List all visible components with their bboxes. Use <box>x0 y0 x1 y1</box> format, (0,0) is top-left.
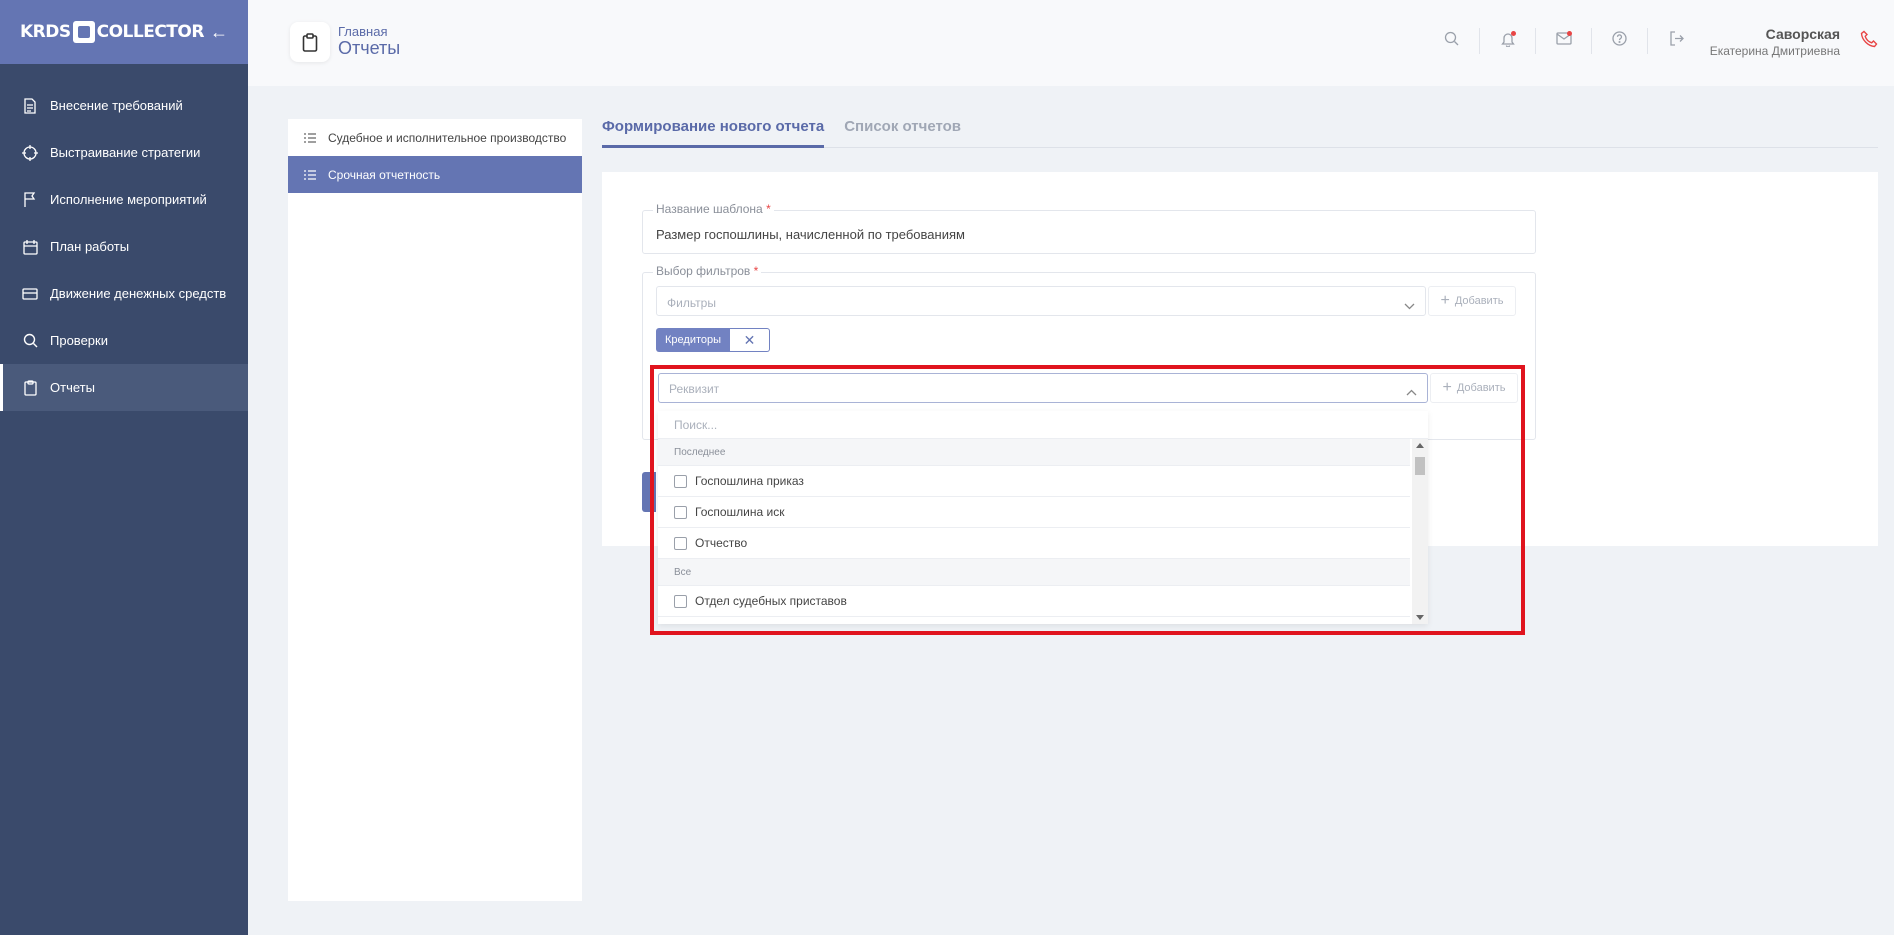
dropdown-option[interactable]: Отчество <box>658 528 1410 559</box>
template-name-field[interactable]: Название шаблона * Размер госпошлины, на… <box>642 202 1536 254</box>
sidebar-item-strategy[interactable]: Выстраивание стратегии <box>0 129 248 176</box>
calendar-icon <box>22 239 38 255</box>
report-tabs: Формирование нового отчета Список отчето… <box>602 118 1878 148</box>
logo-text-left: KRDS <box>20 22 71 42</box>
sidebar-item-activities[interactable]: Исполнение мероприятий <box>0 176 248 223</box>
dropdown-group-all: Все <box>658 559 1410 586</box>
filters-placeholder: Фильтры <box>667 296 716 310</box>
phone-icon[interactable] <box>1860 30 1878 53</box>
sidebar-item-label: План работы <box>50 239 130 254</box>
dropdown-search-input[interactable]: Поиск... <box>658 411 1428 439</box>
option-label: Госпошлина приказ <box>695 474 804 488</box>
filters-label: Выбор фильтров * <box>653 264 762 278</box>
crosshair-icon <box>22 144 38 161</box>
logo-text-right: COLLECTOR <box>96 22 205 42</box>
scroll-down-arrow-icon[interactable] <box>1416 615 1424 620</box>
filter-chip-creditors: Кредиторы ✕ <box>656 328 771 352</box>
reports-menu-label: Судебное и исполнительное производство <box>328 130 567 145</box>
requisite-placeholder: Реквизит <box>669 382 720 396</box>
user-lastname: Саворская <box>1765 26 1840 42</box>
sidebar-item-label: Выстраивание стратегии <box>50 145 201 160</box>
search-button[interactable] <box>1424 28 1480 54</box>
add-filter-label: Добавить <box>1454 295 1504 307</box>
flag-icon <box>22 191 38 208</box>
sidebar-item-cash-flow[interactable]: Движение денежных средств <box>0 270 248 317</box>
reports-menu: Судебное и исполнительное производство С… <box>288 119 582 901</box>
close-icon[interactable]: ✕ <box>730 328 771 352</box>
help-button[interactable] <box>1592 28 1648 54</box>
user-info[interactable]: Саворская Екатерина Дмитриевна <box>1710 26 1840 58</box>
option-label: Госпошлина иск <box>695 505 785 519</box>
document-icon <box>22 97 38 114</box>
sidebar-item-label: Отчеты <box>50 380 95 395</box>
requisite-select[interactable]: Реквизит <box>658 373 1428 403</box>
sidebar-header: KRDS COLLECTOR ← <box>0 0 248 64</box>
filter-chip-label: Кредиторы <box>656 328 731 352</box>
scroll-thumb[interactable] <box>1415 457 1425 475</box>
sidebar-item-label: Движение денежных средств <box>50 286 227 301</box>
message-dot <box>1567 31 1572 36</box>
template-name-label: Название шаблона * <box>653 202 774 216</box>
sidebar-item-checks[interactable]: Проверки <box>0 317 248 364</box>
user-name: Екатерина Дмитриевна <box>1709 44 1840 58</box>
chevron-up-icon <box>1406 383 1417 401</box>
logo-cube-icon <box>72 21 95 43</box>
sidebar-item-requirements[interactable]: Внесение требований <box>0 82 248 129</box>
credit-card-icon <box>22 286 38 302</box>
option-label: Отчество <box>695 536 748 550</box>
sidebar-item-label: Проверки <box>50 333 108 348</box>
add-requisite-label: Добавить <box>1456 382 1506 394</box>
tab-new-report[interactable]: Формирование нового отчета <box>602 118 825 148</box>
search-icon <box>1444 31 1459 51</box>
clipboard-icon <box>22 379 38 396</box>
sidebar-item-label: Исполнение мероприятий <box>50 192 207 207</box>
checkbox[interactable] <box>674 505 687 519</box>
checkbox[interactable] <box>674 536 687 550</box>
dropdown-option[interactable]: Отдел судебных приставов <box>658 586 1410 617</box>
plus-icon: + <box>1440 292 1450 309</box>
filters-select[interactable]: Фильтры <box>656 286 1426 316</box>
checkbox[interactable] <box>674 474 687 488</box>
create-report-button[interactable] <box>642 472 656 512</box>
checkbox[interactable] <box>674 594 687 608</box>
messages-button[interactable] <box>1536 28 1592 54</box>
dropdown-scrollbar[interactable] <box>1412 439 1428 624</box>
option-label: Отдел судебных приставов <box>695 594 847 608</box>
add-requisite-button[interactable]: + Добавить <box>1430 373 1518 403</box>
sidebar-nav: Внесение требований Выстраивание стратег… <box>0 82 248 411</box>
requisite-dropdown-panel: Поиск... Последнее Госпошлина приказ Гос… <box>658 411 1428 624</box>
reports-menu-label: Срочная отчетность <box>328 167 441 182</box>
logout-button[interactable] <box>1648 28 1704 54</box>
plus-icon: + <box>1442 379 1452 396</box>
scroll-up-arrow-icon[interactable] <box>1416 443 1424 448</box>
top-header: Главная Отчеты Саворская Екатерина Дмитр… <box>248 0 1894 86</box>
sidebar: KRDS COLLECTOR ← Внесение требований Выс… <box>0 0 248 935</box>
help-icon <box>1612 31 1627 51</box>
sidebar-item-label: Внесение требований <box>50 98 183 113</box>
dropdown-option[interactable]: Госпошлина иск <box>658 497 1410 528</box>
template-name-value: Размер госпошлины, начисленной по требов… <box>656 227 965 242</box>
page-clipboard-icon <box>290 22 330 62</box>
dropdown-group-recent: Последнее <box>658 439 1410 466</box>
search-icon <box>22 333 38 349</box>
reports-menu-item-court[interactable]: Судебное и исполнительное производство <box>288 119 582 156</box>
notification-dot <box>1511 31 1516 36</box>
dropdown-option[interactable]: Госпошлина приказ <box>658 466 1410 497</box>
breadcrumb[interactable]: Главная <box>338 24 387 39</box>
logout-icon <box>1669 31 1684 51</box>
collapse-sidebar-arrow-icon[interactable]: ← <box>210 22 228 43</box>
list-icon <box>304 169 316 180</box>
chevron-down-icon <box>1404 297 1415 315</box>
add-filter-button[interactable]: + Добавить <box>1428 286 1516 316</box>
list-icon <box>304 132 316 143</box>
tab-report-list[interactable]: Список отчетов <box>844 118 961 148</box>
sidebar-item-work-plan[interactable]: План работы <box>0 223 248 270</box>
page-title: Отчеты <box>338 38 401 58</box>
app-logo[interactable]: KRDS COLLECTOR <box>20 21 204 43</box>
notifications-button[interactable] <box>1480 28 1536 54</box>
header-tools <box>1424 28 1704 54</box>
reports-menu-item-urgent[interactable]: Срочная отчетность <box>288 156 582 193</box>
sidebar-item-reports[interactable]: Отчеты <box>0 364 248 411</box>
